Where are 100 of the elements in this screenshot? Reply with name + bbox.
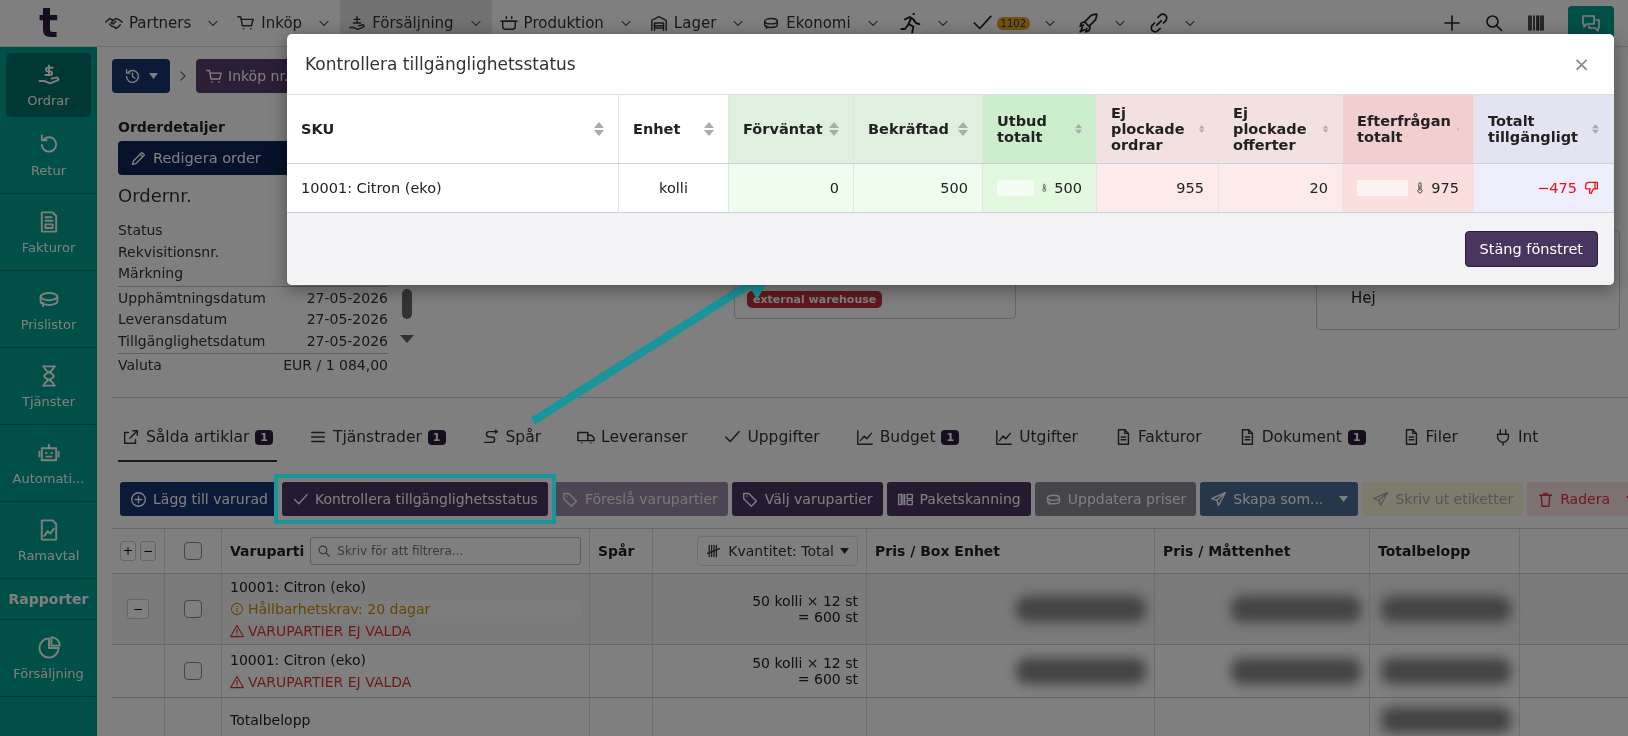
thumbs-down-icon	[1583, 180, 1599, 196]
tab[interactable]: Sålda artiklar 1	[118, 414, 277, 462]
close-button[interactable]: ×	[1567, 51, 1596, 77]
expand-all-button[interactable]: +	[120, 541, 136, 561]
sidebar-item[interactable]: Ramavtal	[0, 502, 97, 579]
column-header[interactable]: Efterfrågan totalt	[1343, 95, 1474, 163]
caret-icon	[840, 548, 849, 554]
search-icon[interactable]	[1484, 13, 1504, 33]
field-label: Valuta	[118, 356, 162, 375]
nav-menu[interactable]: Produktion	[491, 0, 642, 46]
pot-icon	[499, 14, 518, 32]
caret-icon	[149, 73, 158, 79]
toolbar-button[interactable]: Skapa som...	[1200, 482, 1359, 516]
toolbar-button[interactable]: Kontrollera tillgänglighetsstatus	[281, 482, 548, 516]
tab[interactable]: Fakturor	[1109, 414, 1206, 462]
total-label: Totalbelopp	[230, 712, 311, 728]
filter-field[interactable]: Skriv för att filtrera...	[310, 537, 581, 565]
sidebar-item[interactable]: Ordrar	[6, 53, 91, 117]
select-all-checkbox[interactable]	[184, 542, 202, 560]
close-dialog-button[interactable]: Stäng fönstret	[1464, 231, 1598, 267]
pie-chart-icon	[36, 635, 61, 660]
quantity-total: = 600 st	[797, 671, 858, 687]
nav-menu[interactable]: Ekonomi	[754, 0, 889, 46]
tab[interactable]: Dokument 1	[1233, 414, 1370, 462]
note-text: Hej	[1351, 289, 1376, 307]
column-header: Varuparti	[230, 543, 305, 559]
trash-icon	[1537, 490, 1555, 508]
tab[interactable]: Budget 1	[851, 414, 964, 462]
tab[interactable]: Spår	[477, 414, 546, 462]
row-checkbox[interactable]	[184, 662, 202, 680]
column-header[interactable]: Totalt tillgängligt	[1474, 95, 1614, 163]
column-header[interactable]: Ej plockade offerter	[1219, 95, 1343, 163]
quantity-dropdown[interactable]: Kvantitet: Total	[697, 536, 858, 566]
tab[interactable]: Int	[1489, 414, 1543, 462]
toolbar-button[interactable]: Välj varupartier	[731, 482, 883, 516]
table-cell: 10001: Citron (eko)	[287, 164, 619, 212]
link-icon[interactable]	[1148, 12, 1171, 34]
collapse-row-button[interactable]: −	[127, 599, 149, 619]
row-checkbox[interactable]	[184, 600, 202, 618]
count-badge: 1	[255, 429, 273, 445]
item-note: VARUPARTIER EJ VALDA	[230, 623, 412, 639]
tally-icon	[706, 543, 723, 559]
nav-menu[interactable]: Lager	[641, 0, 755, 46]
sidebar-item[interactable]: Fakturor	[0, 194, 97, 271]
runner-icon[interactable]	[898, 11, 923, 35]
column-header[interactable]: SKU	[287, 95, 619, 163]
item-name: 10001: Citron (eko)	[230, 579, 366, 595]
history-button[interactable]	[112, 59, 170, 93]
table-cell: 500	[854, 164, 983, 212]
order-number-label: Ordernr.	[118, 185, 192, 206]
count-badge: 1	[1347, 429, 1366, 445]
cart-icon	[206, 67, 223, 85]
tab[interactable]: Filer	[1397, 414, 1462, 462]
table-cell: 20	[1219, 164, 1343, 212]
tab[interactable]: Utgifter	[991, 414, 1082, 462]
scroll-down-icon[interactable]	[400, 335, 414, 343]
sidebar-item[interactable]: Automati...	[0, 425, 97, 502]
item-name: 10001: Citron (eko)	[230, 652, 366, 668]
dialog-title: Kontrollera tillgänglighetsstatus	[305, 54, 576, 74]
column-header[interactable]: Förväntat	[729, 95, 854, 163]
sidebar-item[interactable]: Retur	[0, 117, 97, 194]
sidebar-item[interactable]: Prislistor	[0, 271, 97, 348]
warehouse-icon	[649, 14, 668, 32]
column-header[interactable]: Bekräftad	[854, 95, 983, 163]
chat-icon	[1581, 13, 1601, 33]
logo[interactable]: t	[0, 0, 97, 46]
column-header[interactable]: Utbud totalt	[983, 95, 1097, 163]
toolbar-button[interactable]: Radera	[1527, 482, 1628, 516]
tab[interactable]: Uppgifter	[719, 414, 824, 462]
tab[interactable]: Leveranser	[573, 414, 692, 462]
column-header[interactable]: Ej plockade ordrar	[1097, 95, 1219, 163]
sort-icon	[1198, 122, 1204, 136]
nav-menu[interactable]: Partners	[97, 0, 230, 46]
sort-icon	[829, 122, 839, 136]
count-badge: 1	[941, 429, 960, 445]
sidebar-item[interactable]: Försäljning	[0, 620, 97, 697]
barcode-icon[interactable]	[1526, 13, 1546, 33]
route-icon	[481, 428, 500, 446]
edit-order-button[interactable]: Redigera order	[118, 141, 290, 175]
sidebar-item[interactable]: Tjänster	[0, 348, 97, 425]
field-label: Tillgänglighetsdatum	[118, 331, 266, 351]
sort-icon	[704, 122, 714, 136]
rocket-icon[interactable]	[1078, 12, 1101, 34]
pencil-icon	[130, 149, 147, 167]
sort-icon	[1074, 122, 1082, 136]
field-value: EUR / 1 084,00	[283, 356, 388, 375]
share-icon	[122, 428, 140, 446]
nav-menu[interactable]: Inköp	[229, 0, 341, 46]
column-header: Spår	[598, 543, 635, 559]
toolbar-button[interactable]: Paketskanning	[886, 482, 1031, 516]
scrollbar-thumb[interactable]	[402, 289, 412, 319]
sidebar-section-title: Rapporter	[0, 579, 97, 620]
count-badge: 1	[427, 429, 446, 445]
section-title: Orderdetaljer	[118, 119, 225, 135]
thermometer-icon	[1039, 181, 1049, 195]
collapse-all-button[interactable]: −	[140, 541, 156, 561]
tab[interactable]: Tjänstrader 1	[305, 414, 450, 462]
quantity-total: = 600 st	[797, 609, 858, 625]
plus-icon[interactable]	[1442, 13, 1462, 33]
task-count-badge: 1102	[996, 16, 1031, 30]
